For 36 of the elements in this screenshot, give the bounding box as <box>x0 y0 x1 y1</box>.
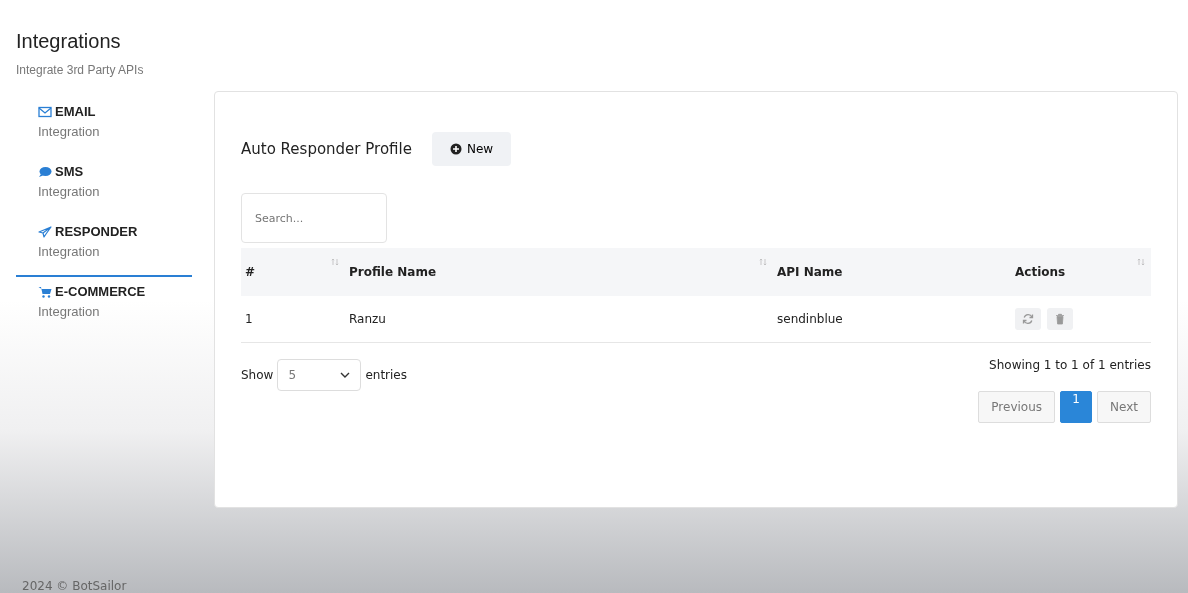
column-header[interactable]: # <box>245 265 256 279</box>
trash-icon <box>1054 313 1066 325</box>
column-header[interactable]: Actions <box>1015 265 1066 279</box>
delete-button[interactable] <box>1047 308 1073 330</box>
entries-select[interactable]: 5 <box>277 359 362 391</box>
refresh-icon <box>1022 313 1034 325</box>
pagination-button[interactable]: Next <box>1097 391 1151 423</box>
chat-bubble-icon <box>38 165 52 178</box>
sidebar-item[interactable]: EMAIL Integration <box>16 97 192 157</box>
sort-icon[interactable] <box>331 258 339 266</box>
table-cell: Ranzu <box>349 312 386 326</box>
sort-icon[interactable] <box>759 258 767 266</box>
search-field[interactable]: Search... <box>241 193 387 243</box>
refresh-button[interactable] <box>1015 308 1041 330</box>
table-cell: 1 <box>245 312 253 326</box>
new-button[interactable]: New <box>431 132 512 166</box>
envelope-icon <box>38 105 52 118</box>
paper-plane-icon <box>38 225 52 238</box>
section-title: Auto Responder Profile <box>241 140 412 158</box>
page-title: Integrations <box>16 30 122 53</box>
table-cell: sendinblue <box>777 312 843 326</box>
sidebar-item[interactable]: SMS Integration <box>16 157 192 217</box>
footer-text: 2024 © BotSailor <box>21 579 128 593</box>
page-subtitle: Integrate 3rd Party APIs <box>16 63 145 77</box>
pagination-button[interactable]: Previous <box>978 391 1056 423</box>
sidebar-item[interactable]: E-COMMERCE Integration <box>16 277 192 337</box>
column-header[interactable]: API Name <box>777 265 843 279</box>
chevron-down-icon <box>340 372 351 378</box>
entries-info: Showing 1 to 1 of 1 entries <box>989 358 1151 372</box>
show-label: Show <box>241 368 274 382</box>
plus-circle-icon <box>449 143 462 155</box>
pagination-button[interactable]: 1 <box>1060 391 1093 423</box>
sort-icon[interactable] <box>1137 258 1145 266</box>
entries-label: entries <box>365 368 407 382</box>
column-header[interactable]: Profile Name <box>349 265 437 279</box>
cart-icon <box>38 285 52 298</box>
